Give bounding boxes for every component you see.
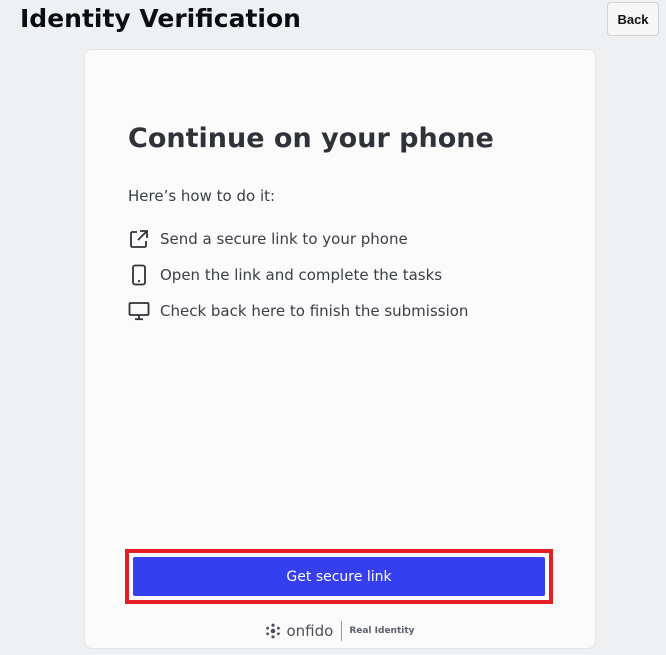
intro-text: Here’s how to do it:	[128, 187, 276, 205]
list-item: Open the link and complete the tasks	[128, 257, 468, 293]
step-label: Send a secure link to your phone	[160, 230, 408, 248]
get-secure-link-button[interactable]: Get secure link	[133, 557, 545, 596]
list-item: Check back here to finish the submission	[128, 293, 468, 329]
external-link-icon	[128, 228, 150, 250]
brand-name: onfido	[286, 622, 334, 640]
card-heading: Continue on your phone	[128, 123, 494, 154]
onfido-logo-icon	[266, 623, 281, 639]
footer-divider	[341, 621, 343, 641]
mobile-phone-icon	[128, 264, 150, 286]
brand-tagline: Real Identity	[349, 626, 415, 636]
cta-highlight: Get secure link	[125, 549, 553, 604]
steps-list: Send a secure link to your phone Open th…	[128, 221, 468, 329]
verification-card: Continue on your phone Here’s how to do …	[84, 49, 596, 649]
list-item: Send a secure link to your phone	[128, 221, 468, 257]
back-button[interactable]: Back	[607, 2, 659, 36]
page-title: Identity Verification	[20, 4, 301, 33]
step-label: Check back here to finish the submission	[160, 302, 469, 320]
step-label: Open the link and complete the tasks	[160, 266, 443, 284]
onfido-logo: onfido	[265, 622, 333, 640]
footer: onfido Real Identity	[85, 621, 595, 641]
desktop-monitor-icon	[128, 300, 150, 322]
